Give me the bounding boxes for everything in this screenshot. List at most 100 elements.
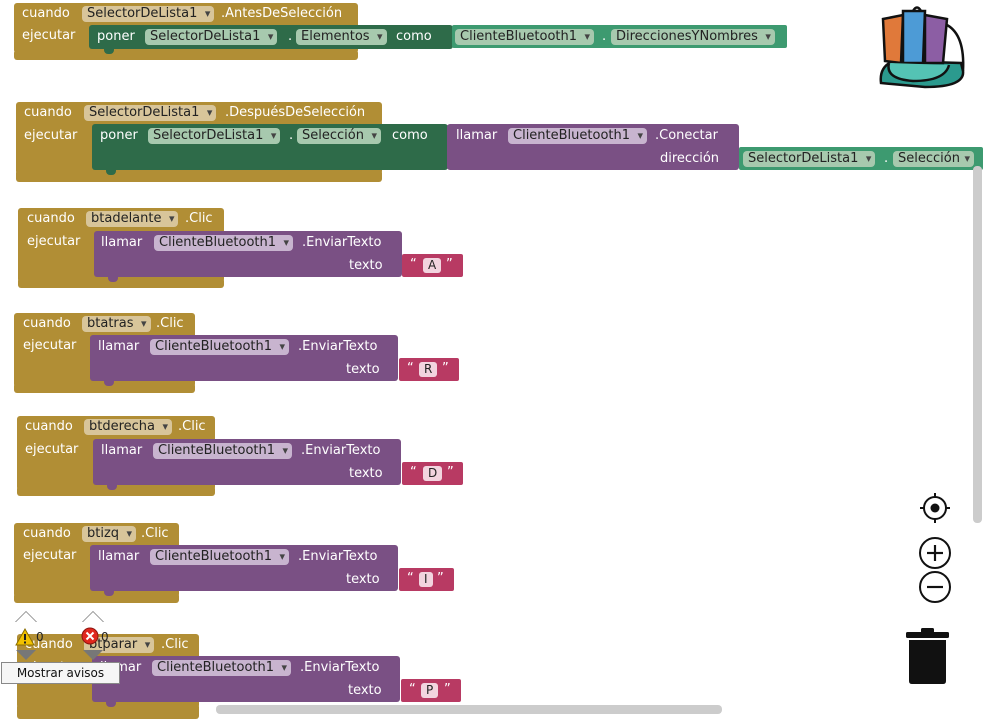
text-string-block[interactable]: “ D ” [402,462,463,485]
call-label: llamar [98,339,140,354]
text-value[interactable]: P [421,683,439,698]
call-block-tab [104,590,114,596]
error-circle-icon [81,627,99,645]
set-property-dropdown[interactable]: Elementos [296,29,387,45]
call-component-dropdown[interactable]: ClienteBluetooth1 [154,235,294,251]
method-name: .EnviarTexto [298,549,378,564]
text-value[interactable]: R [419,362,438,377]
dot-separator: . [602,29,607,44]
to-label: como [396,29,432,44]
event-name: .Clic [178,419,206,434]
warning-nav-down-arrow[interactable] [16,650,36,660]
getter-property-dropdown[interactable]: Selección [893,151,974,167]
text-string-block[interactable]: “ P ” [401,679,461,702]
text-param-label: texto [346,362,380,377]
text-value[interactable]: D [423,466,443,481]
error-count: 0 [101,630,109,644]
call-block-tab [107,484,117,490]
set-block-tab [106,169,116,175]
component-dropdown[interactable]: btadelante [86,211,179,227]
call-block-tab [108,276,118,282]
getter-property-dropdown[interactable]: DireccionesYNombres [611,29,775,45]
call-label: llamar [101,235,143,250]
crosshair-icon[interactable] [919,492,951,524]
address-param-label: dirección [660,151,720,166]
do-label: ejecutar [27,234,81,249]
event-name: .Clic [185,211,213,226]
event-block-bottom [18,278,224,288]
trash-icon[interactable] [905,628,950,685]
call-component-dropdown[interactable]: ClienteBluetooth1 [153,443,293,459]
event-name: .DespuésDeSelección [225,105,366,120]
event-block-despues-bottom [16,170,382,182]
event-name: .Clic [141,526,169,541]
component-dropdown[interactable]: SelectorDeLista1 [82,6,215,22]
component-dropdown[interactable]: btizq [82,526,137,542]
do-label: ejecutar [22,28,76,43]
close-quote: ” [446,257,453,272]
close-quote: ” [447,465,454,480]
close-quote: ” [437,571,444,586]
open-quote: “ [409,682,416,697]
call-block-tab [106,701,116,707]
vertical-scrollbar[interactable] [973,166,982,523]
method-name: .EnviarTexto [302,235,382,250]
set-block-tab [104,48,114,54]
call-component-dropdown[interactable]: ClienteBluetooth1 [150,339,290,355]
plus-circle-icon[interactable] [918,536,952,570]
text-string-block[interactable]: “ R ” [399,358,459,381]
when-label: cuando [27,211,75,226]
call-label: llamar [456,128,498,143]
component-dropdown[interactable]: btatras [82,316,151,332]
open-quote: “ [410,465,417,480]
when-label: cuando [23,526,71,541]
event-name: .Clic [156,316,184,331]
text-string-block[interactable]: “ A ” [402,254,463,277]
text-value[interactable]: A [423,258,442,273]
dot-separator: . [289,128,294,143]
to-label: como [392,128,428,143]
warning-triangle-icon [15,627,35,646]
text-param-label: texto [348,683,382,698]
text-param-label: texto [346,572,380,587]
warning-nav-up-arrow[interactable] [15,611,37,622]
getter-component-dropdown[interactable]: SelectorDeLista1 [743,151,876,167]
set-component-dropdown[interactable]: SelectorDeLista1 [148,128,281,144]
when-label: cuando [22,6,70,21]
set-label: poner [97,29,135,44]
close-quote: ” [442,361,449,376]
when-label: cuando [24,105,72,120]
do-label: ejecutar [23,338,77,353]
when-label: cuando [25,419,73,434]
call-component-dropdown[interactable]: ClienteBluetooth1 [508,128,648,144]
call-component-dropdown[interactable]: ClienteBluetooth1 [152,660,292,676]
open-quote: “ [410,257,417,272]
set-component-dropdown[interactable]: SelectorDeLista1 [145,29,278,45]
event-block-antes-bottom [14,50,358,60]
error-nav-up-arrow[interactable] [82,611,104,622]
dot-separator: . [288,29,293,44]
component-dropdown[interactable]: SelectorDeLista1 [84,105,217,121]
method-name: .EnviarTexto [301,443,381,458]
call-label: llamar [101,443,143,458]
show-warnings-button[interactable]: Mostrar avisos [1,662,120,684]
method-name: .Conectar [655,128,718,143]
set-property-dropdown[interactable]: Selección [297,128,381,144]
do-label: ejecutar [23,548,77,563]
dot-separator: . [884,151,889,166]
text-value[interactable]: I [419,572,433,587]
backpack-icon[interactable] [873,5,968,90]
getter-component-dropdown[interactable]: ClienteBluetooth1 [455,29,595,45]
call-component-dropdown[interactable]: ClienteBluetooth1 [150,549,290,565]
do-label: ejecutar [24,128,78,143]
error-nav-down-arrow[interactable] [83,650,103,660]
minus-circle-icon[interactable] [918,570,952,604]
call-block-tab [104,380,114,386]
text-string-block[interactable]: “ I ” [399,568,454,591]
warning-count: 0 [36,630,44,644]
close-quote: ” [444,682,451,697]
do-label: ejecutar [25,442,79,457]
when-label: cuando [23,316,71,331]
horizontal-scrollbar[interactable] [216,705,722,714]
component-dropdown[interactable]: btderecha [84,419,173,435]
